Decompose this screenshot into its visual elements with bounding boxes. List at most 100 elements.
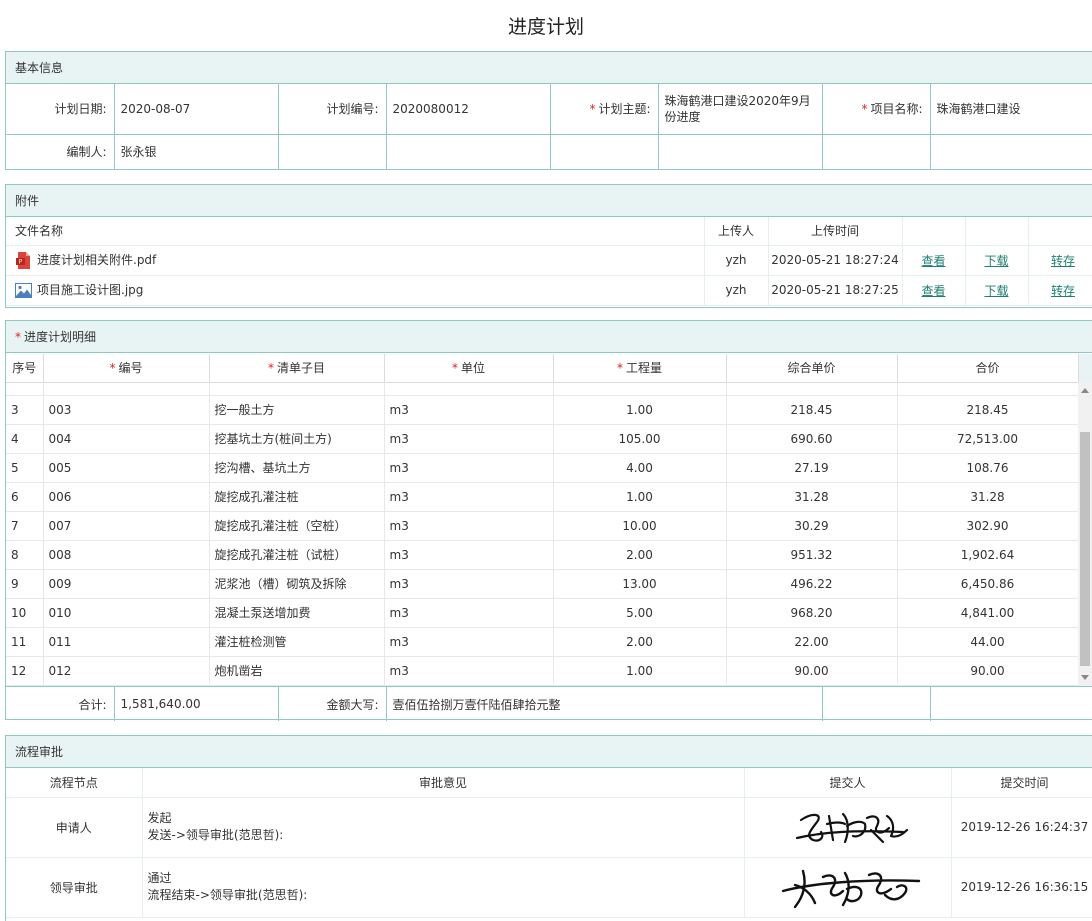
cell-total[interactable]: 31.28 <box>897 482 1078 512</box>
cell-qty[interactable]: 4.00 <box>553 453 727 483</box>
table-row[interactable]: 6 006 旋挖成孔灌注桩 m3 1.00 31.28 31.28 <box>6 482 1078 512</box>
cell-code[interactable]: 008 <box>43 540 210 570</box>
cell-unit[interactable]: m3 <box>384 598 554 628</box>
cell-price[interactable]: 30.29 <box>726 511 898 541</box>
cell-code[interactable]: 005 <box>43 453 210 483</box>
plan-no-value[interactable]: 2020080012 <box>386 84 551 135</box>
cell-seq[interactable]: 10 <box>6 598 44 628</box>
table-row[interactable]: 3 003 挖一般土方 m3 1.00 218.45 218.45 <box>6 395 1078 425</box>
cell-unit[interactable]: m3 <box>384 511 554 541</box>
cell-price[interactable]: 27.19 <box>726 453 898 483</box>
cell-unit[interactable]: m3 <box>384 569 554 599</box>
cell-seq[interactable]: 6 <box>6 482 44 512</box>
cell-seq[interactable]: 12 <box>6 656 44 686</box>
cell-qty[interactable]: 2.00 <box>553 627 727 657</box>
cell-unit[interactable]: m3 <box>384 453 554 483</box>
cell-price[interactable]: 496.22 <box>726 569 898 599</box>
cell-price[interactable]: 22.00 <box>726 627 898 657</box>
cell-total[interactable]: 4,841.00 <box>897 598 1078 628</box>
cell-qty[interactable]: 2.00 <box>553 540 727 570</box>
cell-code[interactable]: 009 <box>43 569 210 599</box>
cell-item[interactable]: 挖一般土方 <box>209 395 385 425</box>
cell-price[interactable]: 218.45 <box>726 395 898 425</box>
cell-unit[interactable]: m3 <box>384 627 554 657</box>
table-row[interactable]: 9 009 泥浆池（槽）砌筑及拆除 m3 13.00 496.22 6,450.86 <box>6 569 1078 599</box>
cell-code[interactable]: 007 <box>43 511 210 541</box>
attachment-name[interactable]: 进度计划相关附件.pdf <box>37 253 156 267</box>
save-to-link[interactable]: 转存 <box>1051 254 1075 268</box>
download-link[interactable]: 下载 <box>984 284 1008 298</box>
cell-qty[interactable]: 1.00 <box>553 656 727 686</box>
scroll-down-arrow-icon[interactable] <box>1081 675 1089 680</box>
attachment-name[interactable]: 项目施工设计图.jpg <box>37 283 143 297</box>
cell-code[interactable]: 003 <box>43 395 210 425</box>
table-row[interactable]: 7 007 旋挖成孔灌注桩（空桩） m3 10.00 30.29 302.90 <box>6 511 1078 541</box>
table-row[interactable]: 5 005 挖沟槽、基坑土方 m3 4.00 27.19 108.76 <box>6 453 1078 483</box>
cell-qty[interactable]: 10.00 <box>553 511 727 541</box>
table-row[interactable]: 12 012 炮机凿岩 m3 1.00 90.00 90.00 <box>6 656 1078 686</box>
cell-item[interactable]: 挖沟槽、基坑土方 <box>209 453 385 483</box>
cell-code[interactable]: 006 <box>43 482 210 512</box>
vertical-scrollbar[interactable] <box>1078 382 1092 686</box>
cell-price[interactable]: 968.20 <box>726 598 898 628</box>
cell-total[interactable]: 72,513.00 <box>897 424 1078 454</box>
cell-code[interactable]: 010 <box>43 598 210 628</box>
cell-unit[interactable]: m3 <box>384 540 554 570</box>
cell-item[interactable]: 泥浆池（槽）砌筑及拆除 <box>209 569 385 599</box>
cell-code[interactable]: 011 <box>43 627 210 657</box>
cell-code[interactable]: 004 <box>43 424 210 454</box>
cell-seq[interactable]: 7 <box>6 511 44 541</box>
table-row[interactable]: 11 011 灌注桩检测管 m3 2.00 22.00 44.00 <box>6 627 1078 657</box>
cell-item[interactable]: 炮机凿岩 <box>209 656 385 686</box>
cell-total[interactable]: 1,902.64 <box>897 540 1078 570</box>
save-to-link[interactable]: 转存 <box>1051 284 1075 298</box>
scroll-up-arrow-icon[interactable] <box>1081 388 1089 393</box>
cell-qty[interactable]: 5.00 <box>553 598 727 628</box>
scrollbar-thumb[interactable] <box>1080 432 1090 666</box>
cell-total[interactable]: 218.45 <box>897 395 1078 425</box>
cell-item[interactable]: 旋挖成孔灌注桩（空桩） <box>209 511 385 541</box>
cell-qty[interactable]: 105.00 <box>553 424 727 454</box>
cell-price[interactable]: 951.32 <box>726 540 898 570</box>
attachment-row: P 进度计划相关附件.pdf yzh 2020-05-21 18:27:24 查… <box>6 245 1092 276</box>
cell-item[interactable]: 挖基坑土方(桩间土方) <box>209 424 385 454</box>
detail-grid-body[interactable]: 3 003 挖一般土方 m3 1.00 218.45 218.45 4 004 挖基坑土方(桩间土… <box>6 382 1078 686</box>
author-value[interactable]: 张永银 <box>114 134 279 169</box>
cell-price[interactable]: 90.00 <box>726 656 898 686</box>
cell-unit[interactable]: m3 <box>384 395 554 425</box>
cell-seq[interactable]: 9 <box>6 569 44 599</box>
table-row[interactable]: 4 004 挖基坑土方(桩间土方) m3 105.00 690.60 72,513.00 <box>6 424 1078 454</box>
cell-item[interactable]: 混凝土泵送增加费 <box>209 598 385 628</box>
plan-no-label: 计划编号: <box>278 84 387 135</box>
cell-qty[interactable]: 13.00 <box>553 569 727 599</box>
cell-total[interactable]: 108.76 <box>897 453 1078 483</box>
cell-price[interactable]: 690.60 <box>726 424 898 454</box>
cell-total[interactable]: 302.90 <box>897 511 1078 541</box>
cell-total[interactable]: 6,450.86 <box>897 569 1078 599</box>
cell-item[interactable]: 旋挖成孔灌注桩 <box>209 482 385 512</box>
cell-qty[interactable]: 1.00 <box>553 482 727 512</box>
cell-seq[interactable]: 8 <box>6 540 44 570</box>
table-row[interactable]: 10 010 混凝土泵送增加费 m3 5.00 968.20 4,841.00 <box>6 598 1078 628</box>
cell-price[interactable]: 31.28 <box>726 482 898 512</box>
view-link[interactable]: 查看 <box>921 284 945 298</box>
view-link[interactable]: 查看 <box>921 254 945 268</box>
cell-seq[interactable]: 4 <box>6 424 44 454</box>
cell-seq[interactable]: 3 <box>6 395 44 425</box>
download-link[interactable]: 下载 <box>984 254 1008 268</box>
table-row[interactable]: 8 008 旋挖成孔灌注桩（试桩） m3 2.00 951.32 1,902.64 <box>6 540 1078 570</box>
cell-item[interactable]: 灌注桩检测管 <box>209 627 385 657</box>
cell-total[interactable]: 90.00 <box>897 656 1078 686</box>
cell-item[interactable]: 旋挖成孔灌注桩（试桩） <box>209 540 385 570</box>
cell-unit[interactable]: m3 <box>384 656 554 686</box>
cell-code[interactable]: 012 <box>43 656 210 686</box>
cell-qty[interactable]: 1.00 <box>553 395 727 425</box>
cell-seq[interactable]: 11 <box>6 627 44 657</box>
cell-unit[interactable]: m3 <box>384 482 554 512</box>
plan-date-value[interactable]: 2020-08-07 <box>114 84 279 135</box>
cell-seq[interactable]: 5 <box>6 453 44 483</box>
cell-unit[interactable]: m3 <box>384 424 554 454</box>
cell-total[interactable]: 44.00 <box>897 627 1078 657</box>
plan-subject-value[interactable]: 珠海鹤港口建设2020年9月份进度 <box>658 84 823 135</box>
project-name-value[interactable]: 珠海鹤港口建设 <box>930 84 1092 135</box>
